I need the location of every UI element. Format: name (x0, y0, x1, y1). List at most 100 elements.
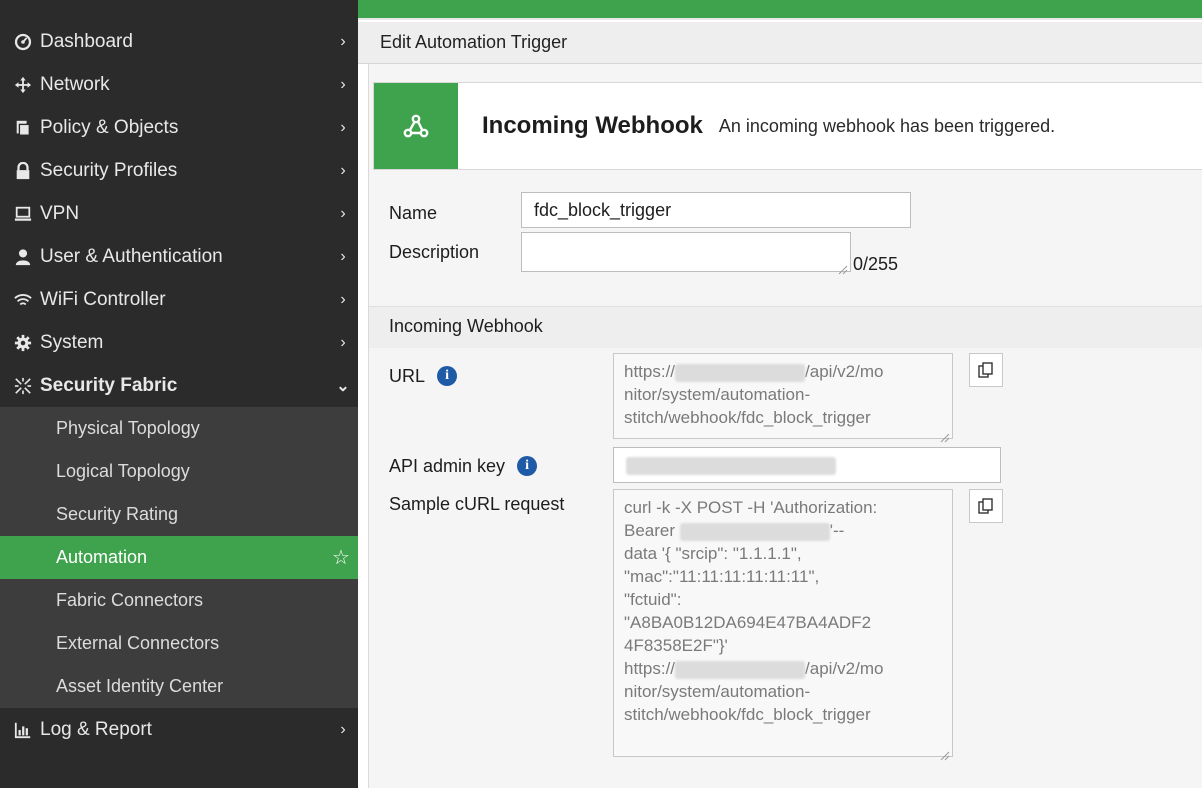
curl-url-path: /api/v2/mo (805, 659, 884, 678)
chevron-right-icon: › (340, 161, 346, 179)
fabric-icon (0, 377, 40, 395)
chevron-right-icon: › (340, 32, 346, 50)
sidebar-item-dashboard[interactable]: Dashboard › (0, 20, 358, 63)
sidebar-item-label: Network (40, 73, 110, 95)
curl-bearer-end: '-- (829, 521, 845, 540)
curl-bearer: Bearer (624, 521, 676, 540)
curl-line-1: curl -k -X POST -H 'Authorization: (624, 498, 878, 517)
sidebar-subitem-external-connectors[interactable]: External Connectors (0, 622, 358, 665)
copy-url-button[interactable] (969, 353, 1003, 387)
trigger-title: Incoming Webhook (482, 112, 703, 139)
sidebar-topbar (0, 0, 358, 20)
page-title: Edit Automation Trigger (358, 22, 1202, 64)
policy-icon (0, 119, 40, 137)
api-key-label-text: API admin key (389, 455, 506, 476)
sidebar-subitem-label: Logical Topology (56, 461, 190, 481)
url-label-text: URL (389, 365, 426, 386)
webhook-icon (374, 83, 458, 169)
app-root: Dashboard › Network › Policy & Objects ›… (0, 0, 1202, 788)
sidebar-subitem-physical-topology[interactable]: Physical Topology (0, 407, 358, 450)
copy-curl-button[interactable] (969, 489, 1003, 523)
dashboard-icon (0, 33, 40, 51)
trigger-type-header[interactable]: Incoming Webhook An incoming webhook has… (373, 82, 1202, 170)
sidebar-item-security-profiles[interactable]: Security Profiles › (0, 149, 358, 192)
top-accent-bar (358, 0, 1202, 20)
gear-icon (0, 334, 40, 352)
redacted-host (675, 660, 806, 679)
info-icon[interactable]: i (437, 366, 458, 386)
sidebar-subitem-label: Security Rating (56, 504, 179, 524)
description-counter: 0/255 (853, 254, 899, 274)
sidebar-item-security-fabric[interactable]: Security Fabric ⌄ (0, 364, 358, 407)
curl-request-field[interactable]: curl -k -X POST -H 'Authorization: Beare… (613, 489, 953, 761)
sidebar-subitem-security-rating[interactable]: Security Rating (0, 493, 358, 536)
sidebar-subitem-label: Physical Topology (56, 418, 200, 438)
sidebar-subitem-logical-topology[interactable]: Logical Topology (0, 450, 358, 493)
sidebar-item-label: Policy & Objects (40, 116, 179, 138)
api-key-field[interactable] (613, 447, 1001, 483)
sidebar-item-vpn[interactable]: VPN › (0, 192, 358, 235)
url-path-rest: nitor/system/automation- stitch/webhook/… (624, 385, 871, 427)
url-field[interactable]: https:// /api/v2/mo nitor/system/automati… (613, 353, 953, 443)
sidebar-item-network[interactable]: Network › (0, 63, 358, 106)
chevron-right-icon: › (340, 204, 346, 222)
sidebar-subitem-label: External Connectors (56, 633, 220, 653)
curl-url-rest: nitor/system/automation- stitch/webhook/… (624, 682, 871, 724)
resize-handle-icon[interactable] (940, 744, 950, 761)
redacted-host (675, 363, 806, 382)
wifi-icon (0, 291, 40, 309)
chevron-right-icon: › (340, 290, 346, 308)
curl-label: Sample cURL request (389, 493, 565, 514)
sidebar-item-label: Dashboard (40, 30, 133, 52)
description-field[interactable] (521, 232, 851, 275)
laptop-icon (0, 205, 40, 223)
info-icon[interactable]: i (517, 456, 538, 476)
sidebar-item-policy-objects[interactable]: Policy & Objects › (0, 106, 358, 149)
resize-handle-icon[interactable] (940, 426, 950, 443)
redacted-token (679, 522, 830, 541)
sidebar-subitem-label: Asset Identity Center (56, 676, 224, 696)
name-label: Name (389, 202, 438, 223)
sidebar-subitem-asset-identity-center[interactable]: Asset Identity Center (0, 665, 358, 708)
api-key-label: API admin key i (389, 454, 538, 478)
curl-url-prefix: https:// (624, 659, 676, 678)
description-label: Description (389, 241, 480, 262)
url-path-start: /api/v2/mo (805, 362, 884, 381)
sidebar-item-label: Security Profiles (40, 159, 178, 181)
copy-icon (978, 498, 993, 514)
trigger-description: An incoming webhook has been triggered. (718, 115, 1056, 136)
sidebar-item-label: WiFi Controller (40, 288, 166, 310)
lock-icon (0, 161, 40, 180)
curl-body: data '{ "srcip": "1.1.1.1", "mac":"11:11… (624, 544, 872, 655)
url-label: URL i (389, 364, 458, 388)
report-icon (0, 721, 40, 739)
sidebar-item-label: VPN (40, 202, 80, 224)
sidebar-item-user-authentication[interactable]: User & Authentication › (0, 235, 358, 278)
redacted-api-key (626, 457, 836, 476)
user-icon (0, 248, 40, 266)
sidebar: Dashboard › Network › Policy & Objects ›… (0, 0, 358, 788)
sidebar-item-label: User & Authentication (40, 245, 223, 267)
section-title: Incoming Webhook (389, 316, 543, 336)
sidebar-item-label: Security Fabric (40, 374, 178, 396)
sidebar-item-log-report[interactable]: Log & Report › (0, 708, 358, 751)
star-icon[interactable]: ☆ (324, 545, 358, 570)
resize-handle-icon[interactable] (838, 259, 848, 275)
sidebar-subitem-fabric-connectors[interactable]: Fabric Connectors (0, 579, 358, 622)
copy-icon (978, 362, 993, 378)
sidebar-item-label: Log & Report (40, 718, 152, 740)
sidebar-subitem-automation[interactable]: Automation ☆ (0, 536, 358, 579)
network-icon (0, 76, 40, 94)
chevron-right-icon: › (340, 75, 346, 93)
sidebar-subitem-label: Automation (56, 547, 148, 567)
edit-trigger-panel: Incoming Webhook An incoming webhook has… (368, 64, 1202, 788)
chevron-right-icon: › (340, 118, 346, 136)
chevron-right-icon: › (340, 333, 346, 351)
sidebar-item-label: System (40, 331, 104, 353)
sidebar-item-wifi-controller[interactable]: WiFi Controller › (0, 278, 358, 321)
chevron-down-icon: ⌄ (336, 377, 350, 395)
sidebar-subitem-label: Fabric Connectors (56, 590, 204, 610)
name-field[interactable] (521, 192, 911, 228)
sidebar-item-system[interactable]: System › (0, 321, 358, 364)
main-content: Edit Automation Trigger Incoming Webhook… (358, 0, 1202, 788)
